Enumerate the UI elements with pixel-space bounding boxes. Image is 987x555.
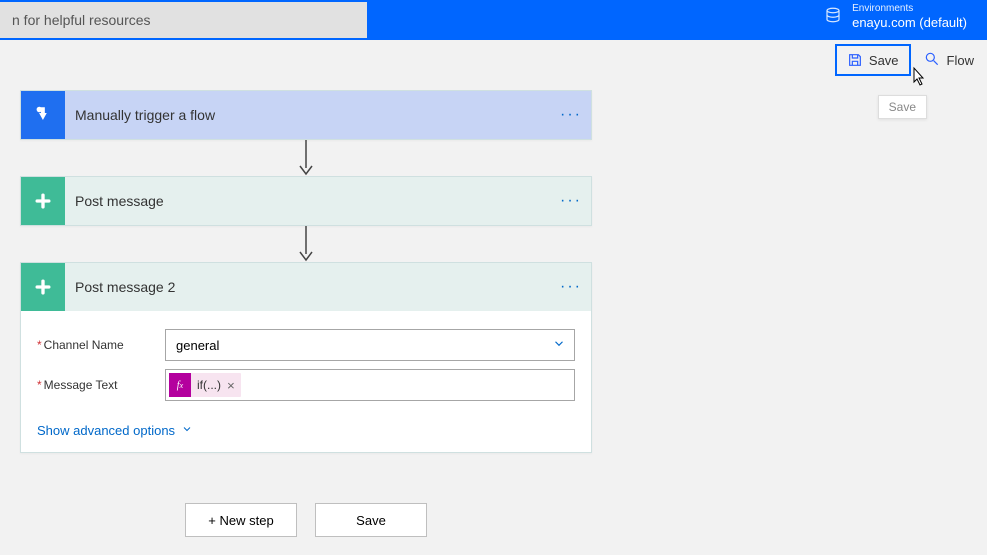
top-bar: Environments enayu.com (default) [0, 0, 987, 40]
action-title: Post message 2 [65, 279, 551, 295]
command-bar: Save Flow [835, 44, 984, 76]
slack-icon [21, 263, 65, 311]
message-text-input[interactable]: fx if(...) × [165, 369, 575, 401]
show-advanced-options[interactable]: Show advanced options [37, 423, 193, 438]
environment-icon [824, 6, 842, 27]
token-remove-button[interactable]: × [227, 378, 241, 393]
flow-checker-label: Flow [947, 53, 974, 68]
channel-name-value: general [176, 338, 219, 353]
action-menu-button[interactable]: ··· [551, 192, 591, 210]
chevron-down-icon [552, 337, 566, 354]
action-card-post-message-2[interactable]: Post message 2 ··· *Channel Name general… [20, 262, 592, 453]
chevron-down-icon [181, 423, 193, 438]
message-text-label: *Message Text [37, 378, 165, 392]
new-step-button[interactable]: + New step [185, 503, 297, 537]
flow-checker-icon [925, 52, 941, 68]
trigger-icon [21, 91, 65, 139]
environment-picker[interactable]: Environments enayu.com (default) [824, 3, 967, 31]
connector-arrow [20, 226, 592, 262]
environment-label: Environments [852, 3, 967, 15]
flow-checker-button[interactable]: Flow [915, 46, 984, 74]
footer-buttons: + New step Save [20, 503, 592, 537]
fx-icon: fx [169, 373, 191, 397]
save-button[interactable]: Save [835, 44, 911, 76]
expression-token[interactable]: fx if(...) × [169, 373, 241, 397]
environment-value: enayu.com (default) [852, 15, 967, 31]
action-card-post-message[interactable]: Post message ··· [20, 176, 592, 226]
expression-token-text: if(...) [191, 378, 227, 392]
action-menu-button[interactable]: ··· [551, 278, 591, 296]
trigger-title: Manually trigger a flow [65, 107, 551, 123]
channel-name-dropdown[interactable]: general [165, 329, 575, 361]
search-input[interactable] [0, 2, 367, 38]
slack-icon [21, 177, 65, 225]
channel-name-label: *Channel Name [37, 338, 165, 352]
save-icon [847, 52, 863, 68]
connector-arrow [20, 140, 592, 176]
save-button-label: Save [869, 53, 899, 68]
flow-canvas: Manually trigger a flow ··· Post message… [20, 90, 600, 537]
trigger-card[interactable]: Manually trigger a flow ··· [20, 90, 592, 140]
save-tooltip: Save [878, 95, 927, 119]
trigger-menu-button[interactable]: ··· [551, 106, 591, 124]
action-title: Post message [65, 193, 551, 209]
save-flow-button[interactable]: Save [315, 503, 427, 537]
